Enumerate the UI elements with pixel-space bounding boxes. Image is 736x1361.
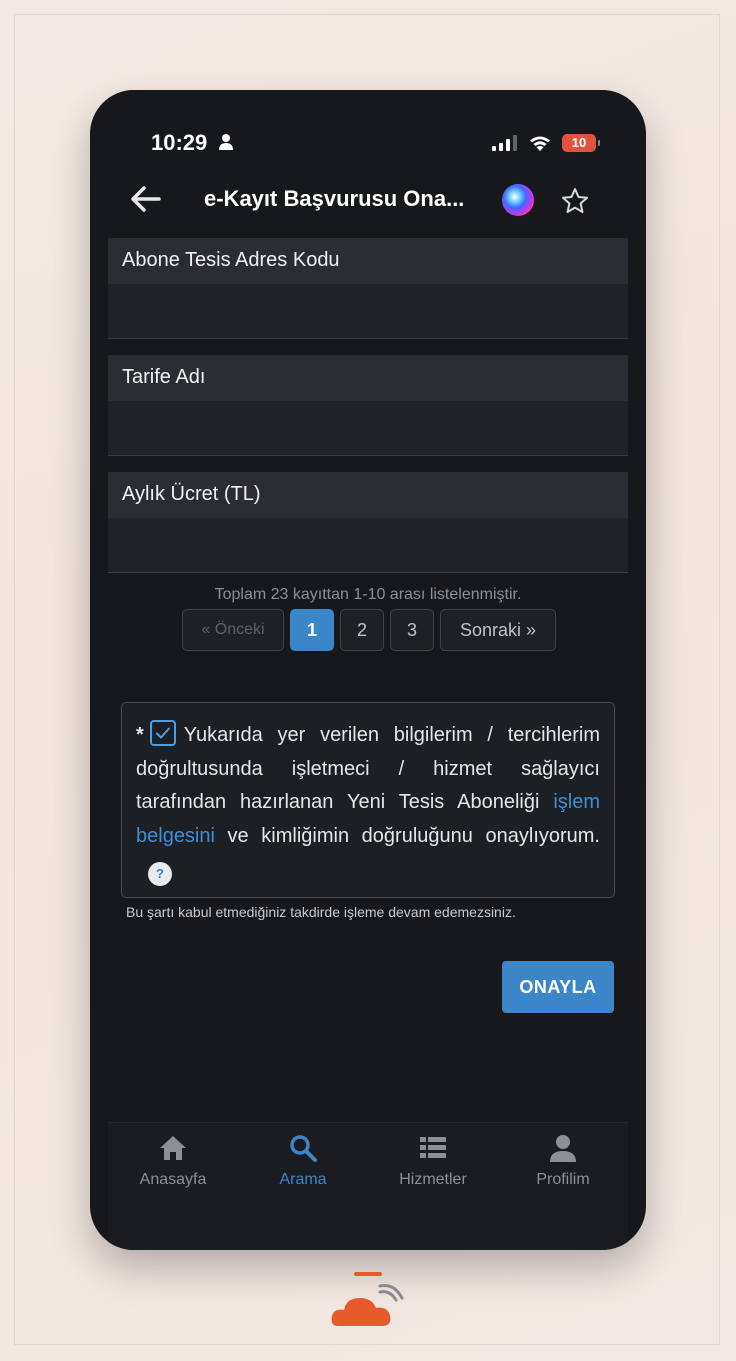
user-icon [550,1135,576,1162]
prev-page-button[interactable]: « Önceki [182,609,284,651]
status-right: 10 [492,133,600,153]
tab-label: Profilim [536,1171,590,1188]
tab-label: Hizmetler [399,1171,467,1188]
required-asterisk: * [136,724,144,746]
tab-profilim[interactable]: Profilim [498,1133,628,1189]
consent-checkbox[interactable] [149,720,176,746]
siri-icon[interactable] [502,184,534,216]
field-value [108,284,628,339]
tab-label: Arama [279,1171,327,1188]
consent-note: Bu şartı kabul etmediğiniz takdirde işle… [126,904,516,920]
field-tarife-adi: Tarife Adı [108,355,628,456]
signal-icon [492,135,517,151]
consent-text-start: Yukarıda yer verilen bilgilerim / tercih… [136,724,600,813]
wifi-icon [530,136,550,151]
field-label: Abone Tesis Adres Kodu [108,238,628,284]
tab-anasayfa[interactable]: Anasayfa [108,1133,238,1189]
field-value [108,401,628,456]
search-icon [290,1135,317,1162]
phone-frame: 10:29 10 e-Kayıt Başvurusu Ona... Abone … [90,90,646,1250]
page-3-button[interactable]: 3 [390,609,434,651]
person-icon [219,134,233,150]
checkmark-icon [155,727,170,739]
back-arrow-icon[interactable] [128,184,162,214]
tab-arama[interactable]: Arama [238,1133,368,1189]
field-label: Aylık Ücret (TL) [108,472,628,518]
page-2-button[interactable]: 2 [340,609,384,651]
next-page-button[interactable]: Sonraki » [440,609,556,651]
consent-text: * Yukarıda yer verilen bilgilerim / terci… [136,719,600,887]
pagination-info: Toplam 23 kayıttan 1-10 arası listelenmi… [214,586,522,603]
field-value [108,518,628,573]
field-aylik-ucret: Aylık Ücret (TL) [108,472,628,573]
tab-bar: Anasayfa Arama Hizmetler Profilim [108,1122,628,1250]
home-icon [160,1136,186,1160]
form-fields: Abone Tesis Adres Kodu Tarife Adı Aylık … [108,230,628,573]
list-icon [420,1137,446,1158]
battery-icon: 10 [562,134,600,152]
star-icon[interactable] [560,186,590,216]
navbar: e-Kayıt Başvurusu Ona... [108,170,628,230]
status-time: 10:29 [151,130,208,155]
tab-hizmetler[interactable]: Hizmetler [368,1133,498,1189]
screen: 10:29 10 e-Kayıt Başvurusu Ona... Abone … [108,90,628,1250]
help-icon[interactable]: ? [148,862,172,886]
confirm-button[interactable]: ONAYLA [502,961,614,1013]
pagination: « Önceki 1 2 3 Sonraki » [182,609,556,651]
tab-label: Anasayfa [139,1171,207,1188]
status-bar: 10:29 10 [108,130,628,160]
consent-text-end: ve kimliğimin doğruluğunu onaylıyorum. [214,824,600,847]
cloud-logo-icon [331,1272,404,1326]
field-label: Tarife Adı [108,355,628,401]
page-title: e-Kayıt Başvurusu Ona... [204,186,465,211]
page-1-button[interactable]: 1 [290,609,334,651]
field-abone-tesis-adres-kodu: Abone Tesis Adres Kodu [108,238,628,339]
consent-box: * Yukarıda yer verilen bilgilerim / terci… [121,702,615,898]
